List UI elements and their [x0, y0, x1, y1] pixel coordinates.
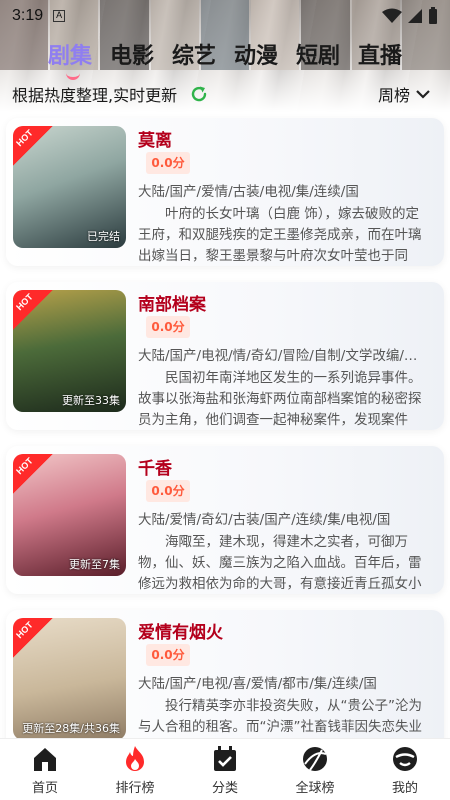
- tab-anime[interactable]: 动漫: [234, 40, 278, 80]
- nav-profile[interactable]: 我的: [360, 739, 450, 800]
- poster-image[interactable]: HOT 更新至7集: [13, 454, 126, 576]
- nav-ranking-label: 排行榜: [115, 780, 155, 796]
- home-icon: [34, 747, 56, 771]
- bottom-navigation: 首页 排行榜 分类 全球榜 我的: [0, 738, 450, 800]
- episode-progress: 更新至33集: [62, 394, 120, 407]
- nav-global-ranking-label: 全球榜: [295, 780, 335, 796]
- nav-profile-label: 我的: [391, 780, 418, 796]
- item-tags: 大陆/国产/爱情/古装/电视/集/连续/国: [138, 184, 359, 200]
- signal-icon: [408, 9, 422, 23]
- episode-progress: 已完结: [87, 230, 120, 243]
- item-title[interactable]: 千香: [138, 454, 172, 479]
- nav-home-label: 首页: [31, 780, 58, 796]
- hot-badge: HOT: [13, 126, 53, 166]
- list-item[interactable]: HOT 更新至7集 千香 0.0分 大陆/爱情/奇幻/古装/国产/连续/集/电视…: [6, 446, 444, 594]
- item-tags: 大陆/国产/电视/喜/爱情/都市/集/连续/国: [138, 676, 377, 692]
- hot-badge: HOT: [13, 290, 53, 330]
- nav-ranking[interactable]: 排行榜: [90, 739, 180, 800]
- item-title[interactable]: 莫离: [138, 126, 172, 151]
- list-item[interactable]: HOT 已完结 莫离 0.0分 大陆/国产/爱情/古装/电视/集/连续/国 叶府…: [6, 118, 444, 266]
- score-badge: 0.0分: [146, 316, 190, 338]
- nav-category-label: 分类: [211, 780, 238, 796]
- calendar-check-icon: [214, 745, 236, 771]
- nav-home[interactable]: 首页: [0, 739, 90, 800]
- item-tags: 大陆/爱情/奇幻/古装/国产/连续/集/电视/国: [138, 512, 391, 528]
- category-tabs: 剧集 电影 综艺 动漫 短剧 直播: [0, 40, 450, 80]
- hot-badge: HOT: [13, 454, 53, 494]
- hot-badge: HOT: [13, 618, 53, 658]
- item-tags: 大陆/国产/电视/情/奇幻/冒险/自制/文学改编/…: [138, 348, 418, 364]
- tab-movies[interactable]: 电影: [110, 40, 154, 80]
- tab-live[interactable]: 直播: [358, 40, 402, 80]
- poster-image[interactable]: HOT 更新至33集: [13, 290, 126, 412]
- tab-series[interactable]: 剧集: [48, 40, 92, 80]
- status-time: 3:19: [12, 7, 44, 24]
- item-title[interactable]: 南部档案: [138, 290, 206, 315]
- status-icons: [382, 7, 438, 25]
- poster-image[interactable]: HOT 更新至28集/共36集: [13, 618, 126, 740]
- rank-period-select[interactable]: 周榜: [378, 82, 438, 106]
- score-badge: 0.0分: [146, 480, 190, 502]
- chevron-down-icon: [416, 90, 430, 99]
- list-item[interactable]: HOT 更新至28集/共36集 爱情有烟火 0.0分 大陆/国产/电视/喜/爱情…: [6, 610, 444, 758]
- status-bar: 3:19 A: [0, 0, 450, 32]
- globe-icon: [303, 746, 327, 771]
- score-badge: 0.0分: [146, 152, 190, 174]
- ranking-list: HOT 已完结 莫离 0.0分 大陆/国产/爱情/古装/电视/集/连续/国 叶府…: [0, 118, 450, 774]
- poster-image[interactable]: HOT 已完结: [13, 126, 126, 248]
- ranking-sub-header: 根据热度整理,实时更新 周榜: [0, 80, 450, 108]
- tab-variety[interactable]: 综艺: [172, 40, 216, 80]
- flame-icon: [126, 745, 144, 771]
- notification-icon: A: [53, 10, 66, 22]
- item-synopsis: 民国初年南洋地区发生的一系列诡异事件。故事以张海盐和张海虾两位南部档案馆的秘密探…: [138, 370, 422, 428]
- nav-category[interactable]: 分类: [180, 739, 270, 800]
- score-badge: 0.0分: [146, 644, 190, 666]
- ranking-description: 根据热度整理,实时更新: [12, 86, 178, 105]
- nav-global-ranking[interactable]: 全球榜: [270, 739, 360, 800]
- item-synopsis: 叶府的长女叶璃（白鹿 饰），嫁去破败的定王府，和双腿残疾的定王墨修尧成亲，而在叶…: [138, 206, 422, 264]
- list-item[interactable]: HOT 更新至33集 南部档案 0.0分 大陆/国产/电视/情/奇幻/冒险/自制…: [6, 282, 444, 430]
- profile-icon: [393, 746, 417, 771]
- episode-progress: 更新至28集/共36集: [22, 722, 120, 735]
- item-synopsis: 海陬至，建木现，得建木之实者，可御万物，仙、妖、魔三族为之陷入血战。百年后，雷修…: [138, 534, 422, 592]
- tab-short-drama[interactable]: 短剧: [296, 40, 340, 80]
- episode-progress: 更新至7集: [69, 558, 120, 571]
- battery-icon: [429, 7, 437, 24]
- item-title[interactable]: 爱情有烟火: [138, 618, 223, 643]
- refresh-icon[interactable]: [189, 84, 209, 104]
- rank-period-label: 周榜: [377, 86, 410, 105]
- wifi-icon: [382, 8, 402, 23]
